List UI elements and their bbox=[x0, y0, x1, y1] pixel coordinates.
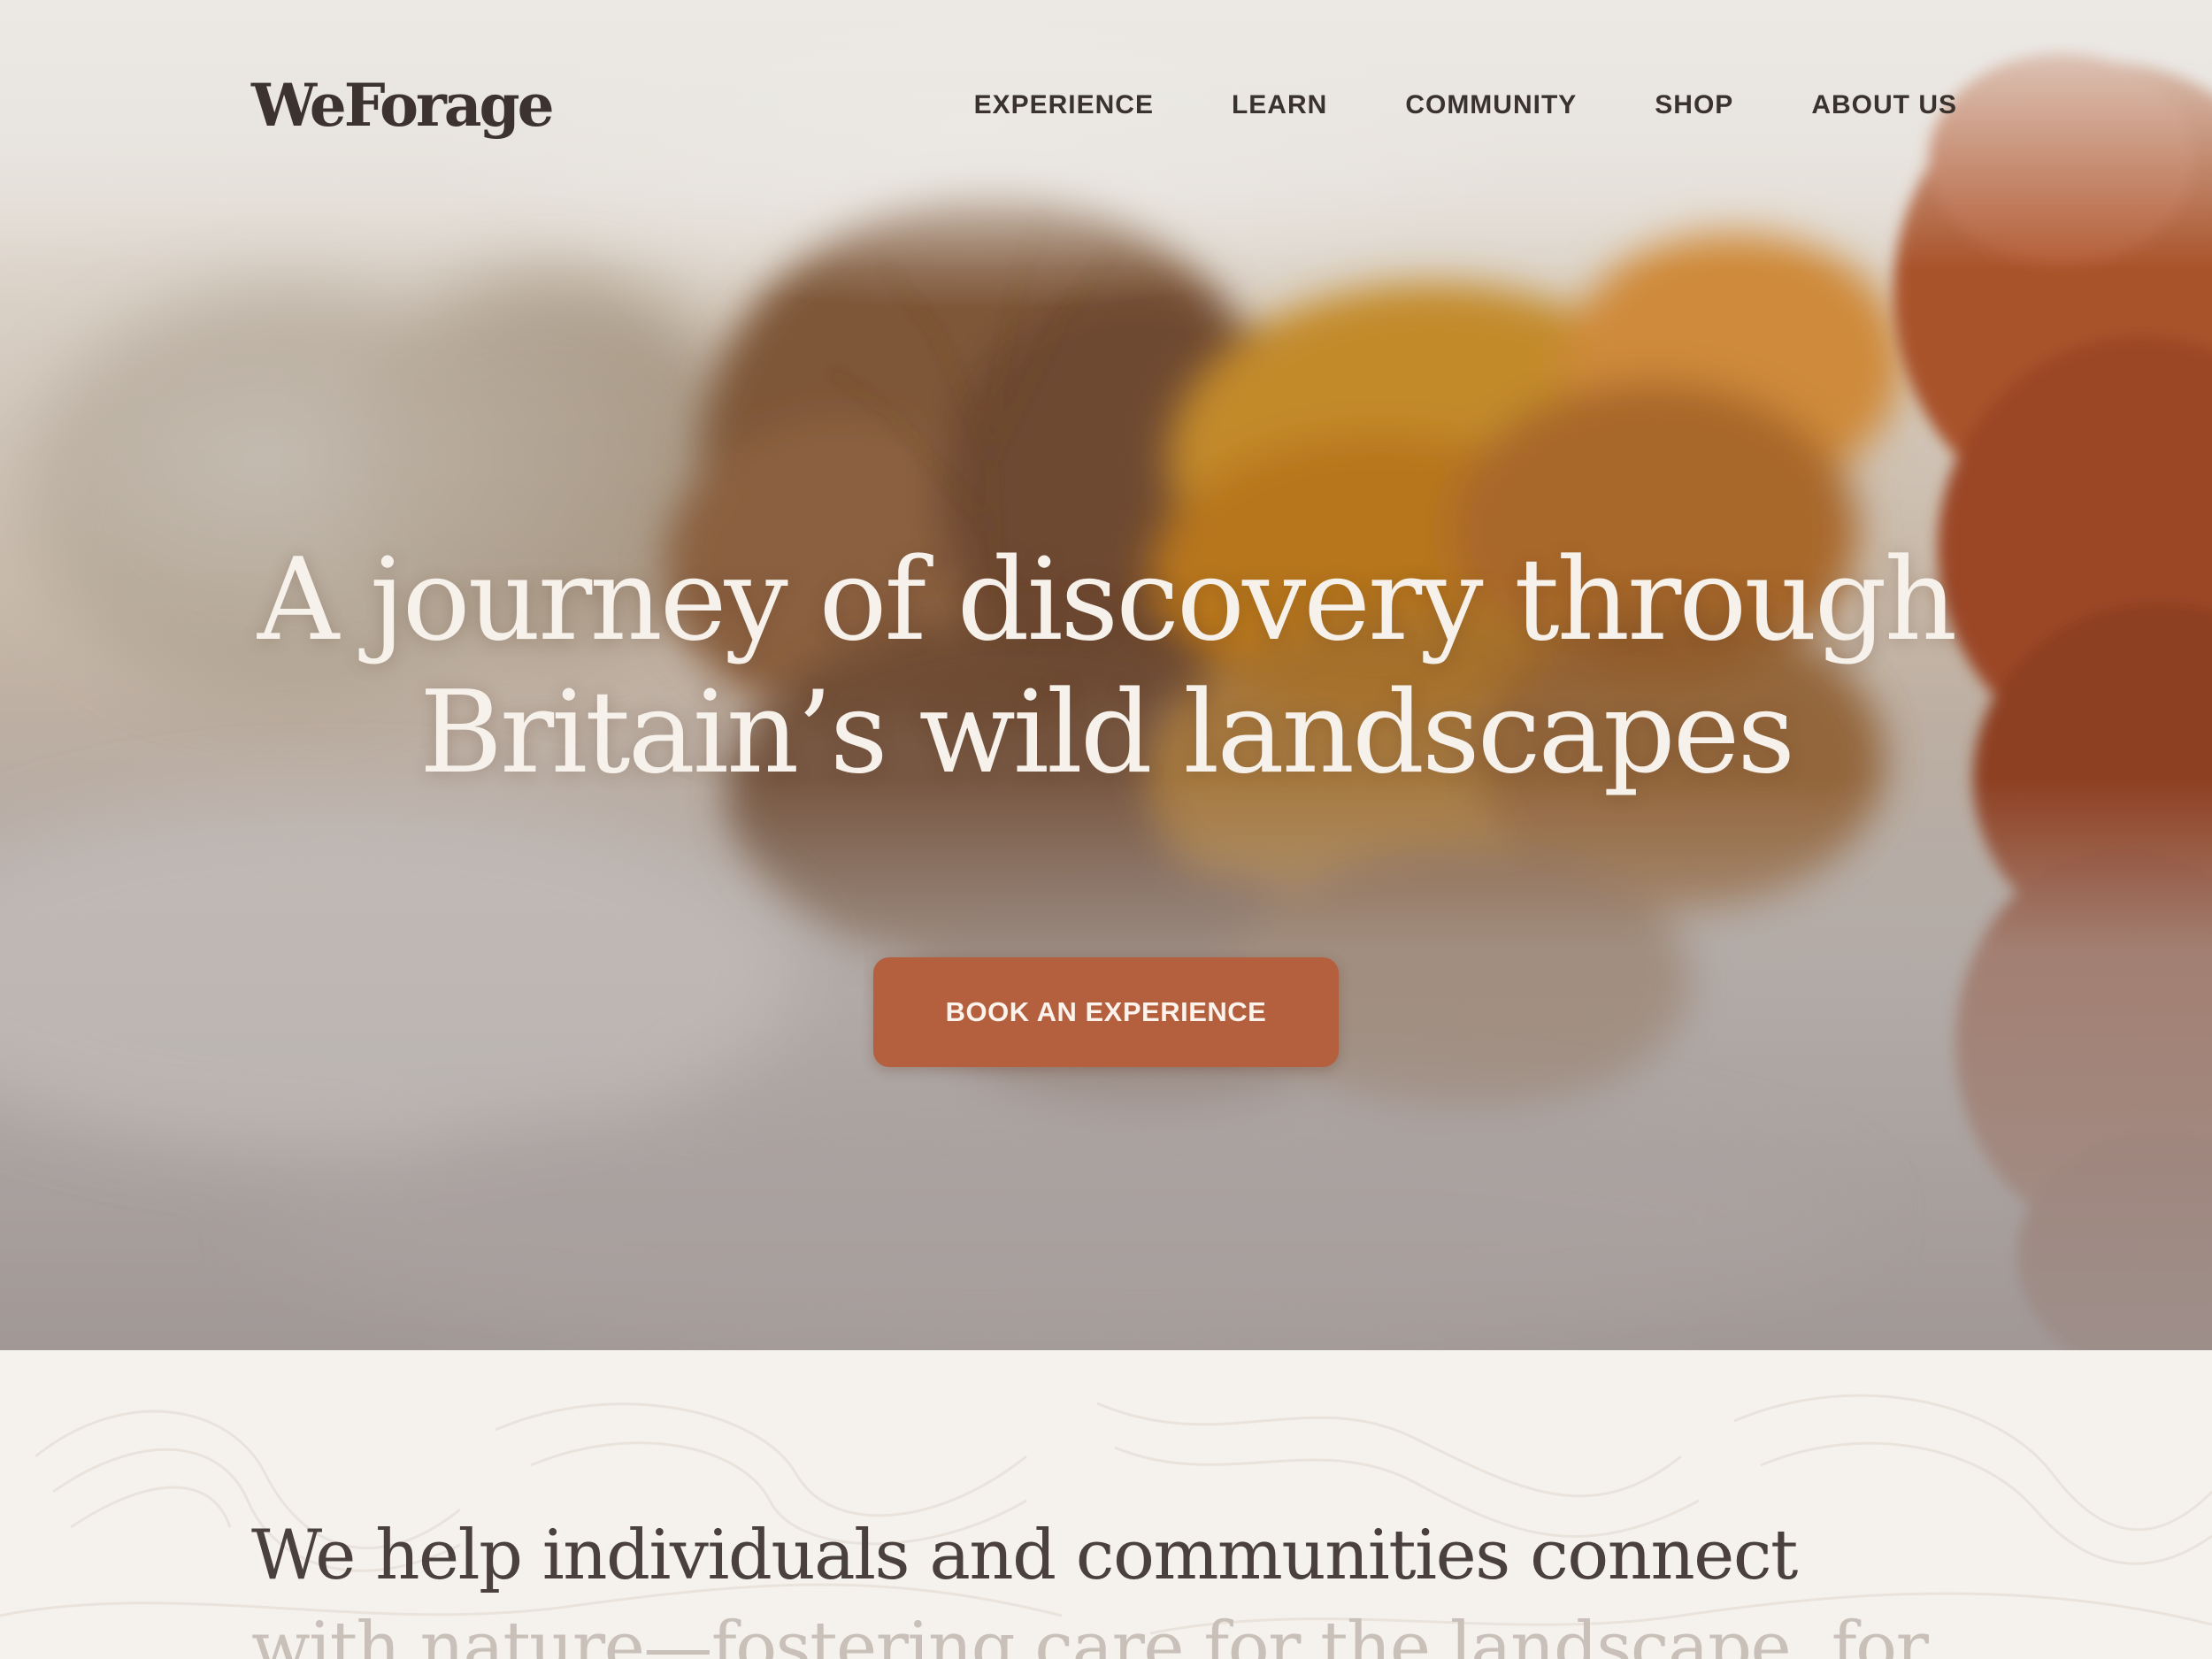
site-header: WeForage EXPERIENCE LEARN COMMUNITY SHOP… bbox=[251, 65, 1957, 145]
hero-headline: A journey of discovery through Britain’s… bbox=[133, 534, 2079, 800]
nav-experience[interactable]: EXPERIENCE bbox=[974, 90, 1154, 120]
intro-line2: with nature—fostering care for the lands… bbox=[251, 1608, 1929, 1659]
hero-headline-line2: Britain’s wild landscapes bbox=[419, 667, 1795, 799]
intro-section: We help individuals and communities conn… bbox=[0, 1350, 2212, 1659]
nav-learn[interactable]: LEARN bbox=[1232, 90, 1327, 120]
nav-community[interactable]: COMMUNITY bbox=[1405, 90, 1577, 120]
hero-headline-line1: A journey of discovery through bbox=[257, 534, 1957, 666]
nav-about-us[interactable]: ABOUT US bbox=[1811, 90, 1957, 120]
nav-shop[interactable]: SHOP bbox=[1655, 90, 1733, 120]
intro-paragraph: We help individuals and communities conn… bbox=[251, 1509, 2021, 1659]
intro-line1: We help individuals and communities conn… bbox=[251, 1516, 1798, 1595]
weforage-logo[interactable]: WeForage bbox=[251, 65, 555, 145]
main-nav: EXPERIENCE LEARN COMMUNITY SHOP ABOUT US bbox=[974, 65, 1957, 145]
book-experience-button[interactable]: BOOK AN EXPERIENCE bbox=[873, 957, 1339, 1067]
